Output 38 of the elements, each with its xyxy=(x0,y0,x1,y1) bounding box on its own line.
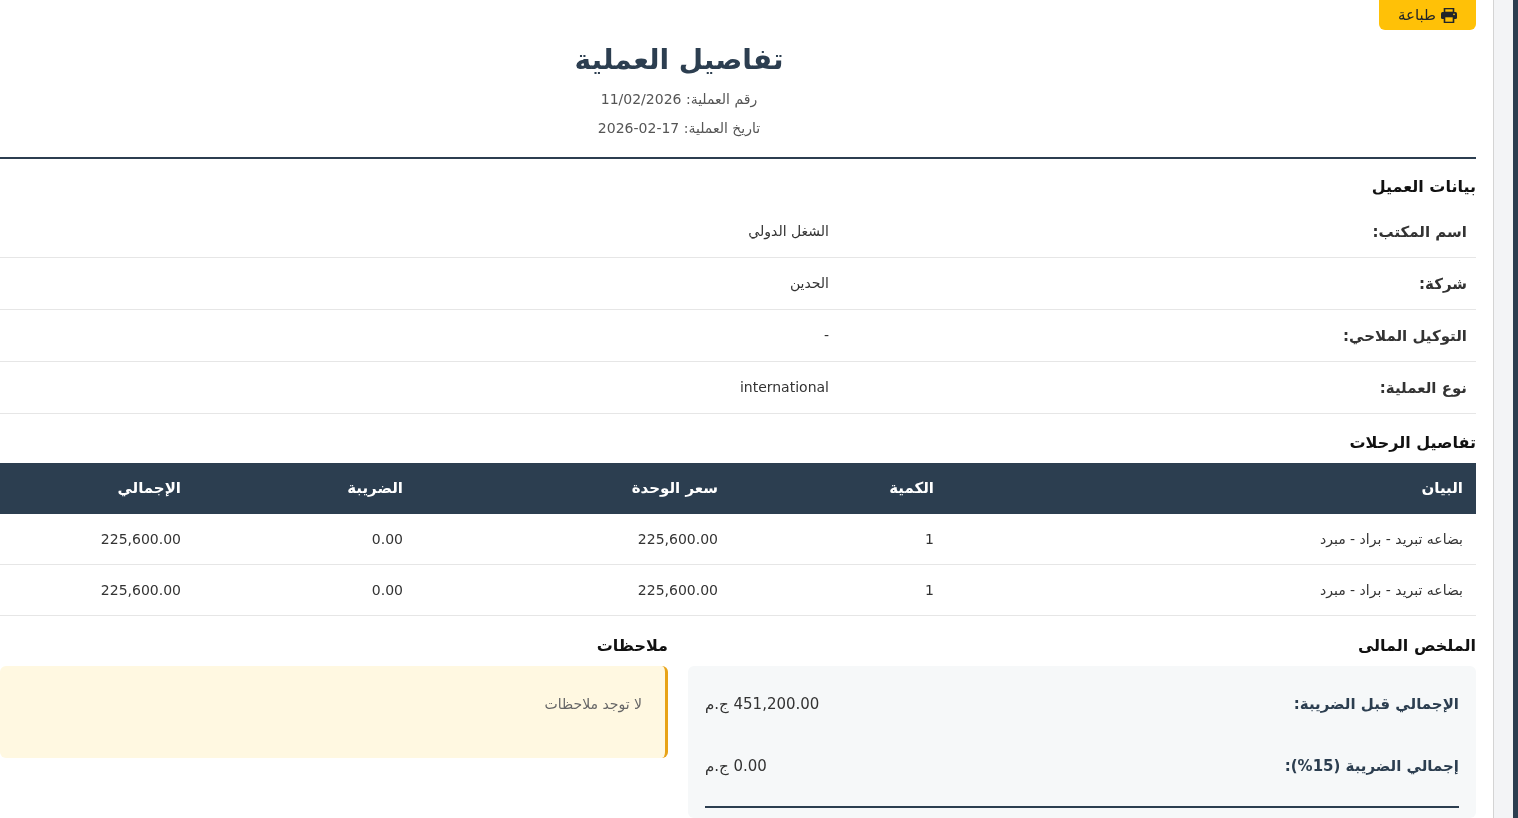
print-button[interactable]: طباعة xyxy=(1378,0,1476,30)
section-title: ملاحظات xyxy=(595,635,668,657)
section-title: تفاصيل الرحلات xyxy=(1348,432,1476,454)
scrollbar-track[interactable] xyxy=(1493,0,1513,818)
section-title: الملخص المالى xyxy=(1356,635,1476,657)
page-title: تفاصيل العملية xyxy=(573,42,785,78)
section-title: بيانات العميل xyxy=(1370,176,1476,198)
column-header: الضريبة xyxy=(346,478,404,500)
table-cell-text: بضاعه تبريد - براد - مبرد xyxy=(1318,580,1464,601)
table-cell-text: 0.00 xyxy=(370,580,404,600)
table-cell-text: 0.00 xyxy=(370,529,404,549)
field-value: - xyxy=(823,326,829,345)
field-label: نوع العملية: xyxy=(1379,378,1467,397)
field-value: الشغل الدولي xyxy=(748,222,829,242)
notes-text: لا توجد ملاحظات xyxy=(543,695,642,715)
table-cell-text: 225,600.00 xyxy=(636,580,719,600)
table-cell-text: 225,600.00 xyxy=(99,580,182,600)
table-cell-text: 225,600.00 xyxy=(636,529,719,549)
table-cell-text: 225,600.00 xyxy=(99,529,182,549)
table-cell-text: 1 xyxy=(924,580,935,600)
column-header: البيان xyxy=(1420,478,1464,500)
field-value: الحدين xyxy=(789,274,829,294)
table-cell-text: بضاعه تبريد - براد - مبرد xyxy=(1318,529,1464,550)
field-value: international xyxy=(739,378,829,397)
field-label: اسم المكتب: xyxy=(1372,222,1467,241)
field-label: التوكيل الملاحي: xyxy=(1343,326,1467,345)
summary-label: الإجمالي قبل الضريبة: xyxy=(1293,693,1459,715)
field-label: شركة: xyxy=(1419,274,1467,293)
column-header: الكمية xyxy=(888,478,935,500)
column-header: الإجمالي xyxy=(116,478,182,500)
printer-icon xyxy=(1441,7,1457,23)
operation-date: تاريخ العملية: 17-02-2026 xyxy=(596,119,762,139)
column-header: سعر الوحدة xyxy=(630,478,719,500)
operation-number: رقم العملية: 11/02/2026 xyxy=(599,90,759,110)
summary-value: 0.00 ج.م xyxy=(705,755,767,778)
summary-label: إجمالي الضريبة (15%): xyxy=(1284,755,1459,777)
summary-value: 451,200.00 ج.م xyxy=(705,693,820,716)
table-cell-text: 1 xyxy=(924,529,935,549)
